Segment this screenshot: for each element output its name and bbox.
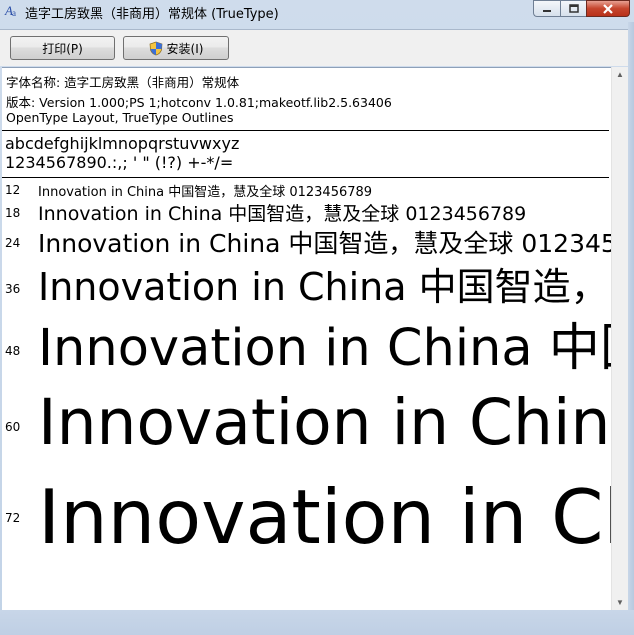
maximize-icon (568, 4, 579, 13)
scroll-up-icon[interactable]: ▲ (616, 70, 624, 79)
sample-row: 24 Innovation in China 中国智造，慧及全球 0123456… (2, 224, 611, 258)
sample-size-label: 24 (5, 236, 21, 250)
window-title: 造字工房致黑（非商用）常规体 (TrueType) (25, 7, 279, 22)
font-type-line: OpenType Layout, TrueType Outlines (6, 110, 234, 125)
sample-text: Innovation in China 中国智造，慧及全球 0123456789 (38, 203, 527, 225)
sample-size-label: 36 (5, 282, 21, 296)
uac-shield-icon (149, 41, 162, 55)
vertical-scrollbar[interactable]: ▲ ▼ (611, 67, 629, 610)
divider (2, 130, 609, 131)
sample-row: 48 Innovation in China 中国智造，慧及全球 0123456… (2, 306, 611, 378)
sample-size-label: 72 (5, 511, 21, 525)
sample-row: 12 Innovation in China 中国智造，慧及全球 0123456… (2, 181, 611, 200)
minimize-icon (543, 9, 551, 12)
sample-size-label: 48 (5, 344, 21, 358)
install-button-label: 安装(I) (166, 41, 204, 56)
print-button[interactable]: 打印(P) (10, 36, 115, 60)
install-button[interactable]: 安装(I) (123, 36, 229, 60)
sample-text: Innovation in China 中国智造，慧及全球 0123456789 (38, 319, 611, 378)
minimize-button[interactable] (533, 0, 560, 17)
font-version-line: 版本: Version 1.000;PS 1;hotconv 1.0.81;ma… (6, 95, 392, 110)
font-preview-area: 字体名称: 造字工房致黑（非商用）常规体 版本: Version 1.000;P… (2, 67, 611, 611)
maximize-button[interactable] (560, 0, 586, 17)
window-frame-right (628, 22, 634, 635)
sample-size-label: 12 (5, 183, 21, 197)
sample-row: 72 Innovation in China 中国智造，慧及全球 0123456… (2, 456, 611, 561)
sample-text: Innovation in China 中国智造，慧及全球 0123456789 (38, 386, 611, 459)
sample-row: 18 Innovation in China 中国智造，慧及全球 0123456… (2, 199, 611, 225)
sample-text: Innovation in China 中国智造，慧及全球 0123456789 (38, 229, 611, 258)
sample-text: Innovation in China 中国智造，慧及全球 0123456789 (38, 473, 611, 561)
scroll-down-icon[interactable]: ▼ (616, 598, 624, 607)
print-button-label: 打印(P) (42, 41, 83, 56)
sample-text: Innovation in China 中国智造，慧及全球 0123456789 (38, 265, 611, 309)
sample-text: Innovation in China 中国智造，慧及全球 0123456789 (38, 185, 373, 200)
window-controls (533, 0, 630, 18)
close-button[interactable] (586, 0, 630, 17)
sample-size-label: 60 (5, 420, 21, 434)
font-file-icon: A a (4, 3, 16, 18)
title-bar[interactable]: A a 造字工房致黑（非商用）常规体 (TrueType) (0, 0, 634, 22)
svg-text:a: a (12, 8, 16, 18)
lowercase-charset: abcdefghijklmnopqrstuvwxyz (5, 134, 240, 153)
toolbar: 打印(P) 安装(I) (0, 29, 634, 66)
window-frame-bottom (0, 610, 634, 635)
sample-row: 60 Innovation in China 中国智造，慧及全球 0123456… (2, 372, 611, 459)
sample-row: 36 Innovation in China 中国智造，慧及全球 0123456… (2, 256, 611, 309)
close-icon (603, 3, 613, 14)
sample-size-label: 18 (5, 206, 21, 220)
divider (2, 177, 609, 178)
font-viewer-window: A a 造字工房致黑（非商用）常规体 (TrueType) 打印(P) 安装(I… (0, 0, 634, 635)
digits-charset: 1234567890.:,; ' " (!?) +-*/= (5, 153, 234, 172)
font-name-line: 字体名称: 造字工房致黑（非商用）常规体 (6, 75, 240, 90)
